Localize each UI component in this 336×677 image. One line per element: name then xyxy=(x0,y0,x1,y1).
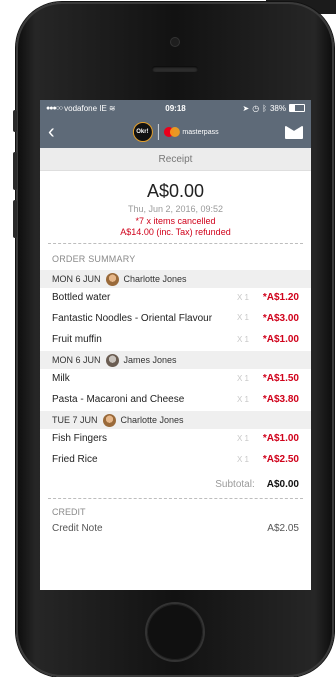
item-name: Fruit muffin xyxy=(52,334,102,345)
status-bar: ●●●○○ vodafone IE ≋ 09:18 ➤ ◷ ᛒ 38% xyxy=(40,100,311,116)
item-price: *A$1.00 xyxy=(262,433,299,444)
list-item: Bottled water X 1 *A$1.20 xyxy=(40,288,311,309)
avatar xyxy=(102,413,116,427)
receipt-date: Thu, Jun 2, 2016, 09:52 xyxy=(127,204,224,214)
logo-divider xyxy=(157,124,159,140)
person-name: James Jones xyxy=(123,355,177,365)
person-name: Charlotte Jones xyxy=(120,415,184,425)
mail-icon[interactable] xyxy=(285,125,303,139)
list-item: Fish Fingers X 1 *A$1.00 xyxy=(40,429,311,450)
item-name: Bottled water xyxy=(52,292,111,303)
list-item: Fruit muffin X 1 *A$1.00 xyxy=(40,330,311,351)
item-qty: X 1 xyxy=(236,395,249,404)
volume-up-button xyxy=(13,152,17,190)
item-qty: X 1 xyxy=(236,335,249,344)
earpiece xyxy=(152,66,198,72)
item-name: Pasta - Macaroni and Cheese xyxy=(52,394,185,405)
volume-down-button xyxy=(13,200,17,238)
phone-frame: ●●●○○ vodafone IE ≋ 09:18 ➤ ◷ ᛒ 38% ‹ Ok… xyxy=(13,2,334,677)
item-qty: X 1 xyxy=(236,374,249,383)
home-button[interactable] xyxy=(147,604,203,660)
nav-bar: ‹ Okr! masterpass xyxy=(40,116,311,148)
day-header: MON 6 JUN James Jones xyxy=(40,351,311,369)
subtotal-row: Subtotal: A$0.00 xyxy=(40,471,311,498)
item-qty: X 1 xyxy=(236,293,249,302)
credit-item-name: Credit Note xyxy=(52,523,103,534)
total-amount: A$0.00 xyxy=(146,181,205,201)
day-label: MON 6 JUN xyxy=(52,274,101,284)
item-price: *A$2.50 xyxy=(262,454,299,465)
day-header: MON 6 JUN Charlotte Jones xyxy=(40,270,311,288)
mute-switch xyxy=(13,110,17,132)
avatar xyxy=(105,353,119,367)
item-price: *A$3.00 xyxy=(262,313,299,324)
subtotal-value: A$0.00 xyxy=(266,479,299,490)
cancelled-notice: *7 x items cancelled xyxy=(135,216,216,226)
order-summary-title: ORDER SUMMARY xyxy=(52,254,136,264)
brand-logos: Okr! masterpass xyxy=(132,122,219,142)
item-qty: X 1 xyxy=(236,455,249,464)
status-time: 09:18 xyxy=(165,103,186,113)
item-name: Fish Fingers xyxy=(52,433,108,444)
masterpass-logo: masterpass xyxy=(163,127,219,137)
item-name: Fantastic Noodles - Oriental Flavour xyxy=(52,313,213,324)
list-item: Fried Rice X 1 *A$2.50 xyxy=(40,450,311,471)
receipt-summary: A$0.00 Thu, Jun 2, 2016, 09:52 *7 x item… xyxy=(40,171,311,243)
battery-icon xyxy=(289,104,305,112)
avatar xyxy=(105,272,119,286)
list-item: Pasta - Macaroni and Cheese X 1 *A$3.80 xyxy=(40,390,311,411)
day-header: TUE 7 JUN Charlotte Jones xyxy=(40,411,311,429)
item-name: Fried Rice xyxy=(52,454,98,465)
okr-logo: Okr! xyxy=(132,122,153,142)
item-price: *A$1.00 xyxy=(262,334,299,345)
item-price: *A$3.80 xyxy=(262,394,299,405)
list-item: Milk X 1 *A$1.50 xyxy=(40,369,311,390)
credit-row: Credit Note A$2.05 xyxy=(40,521,311,536)
person-name: Charlotte Jones xyxy=(123,274,187,284)
item-price: *A$1.50 xyxy=(262,373,299,384)
day-label: TUE 7 JUN xyxy=(52,415,98,425)
back-chevron-icon[interactable]: ‹ xyxy=(48,122,68,142)
mastercard-icon xyxy=(163,127,180,137)
credit-title: CREDIT xyxy=(52,507,86,517)
item-name: Milk xyxy=(52,373,70,384)
receipt-header: Receipt xyxy=(40,148,311,171)
masterpass-label: masterpass xyxy=(182,128,219,136)
day-label: MON 6 JUN xyxy=(52,355,101,365)
credit-item-value: A$2.05 xyxy=(267,523,299,534)
item-qty: X 1 xyxy=(236,313,249,322)
list-item: Fantastic Noodles - Oriental Flavour X 1… xyxy=(40,309,311,330)
item-price: *A$1.20 xyxy=(262,292,299,303)
item-qty: X 1 xyxy=(236,434,249,443)
front-camera xyxy=(171,38,179,46)
phone-screen: ●●●○○ vodafone IE ≋ 09:18 ➤ ◷ ᛒ 38% ‹ Ok… xyxy=(40,100,311,590)
subtotal-label: Subtotal: xyxy=(215,479,255,490)
refund-notice: A$14.00 (inc. Tax) refunded xyxy=(120,227,231,237)
